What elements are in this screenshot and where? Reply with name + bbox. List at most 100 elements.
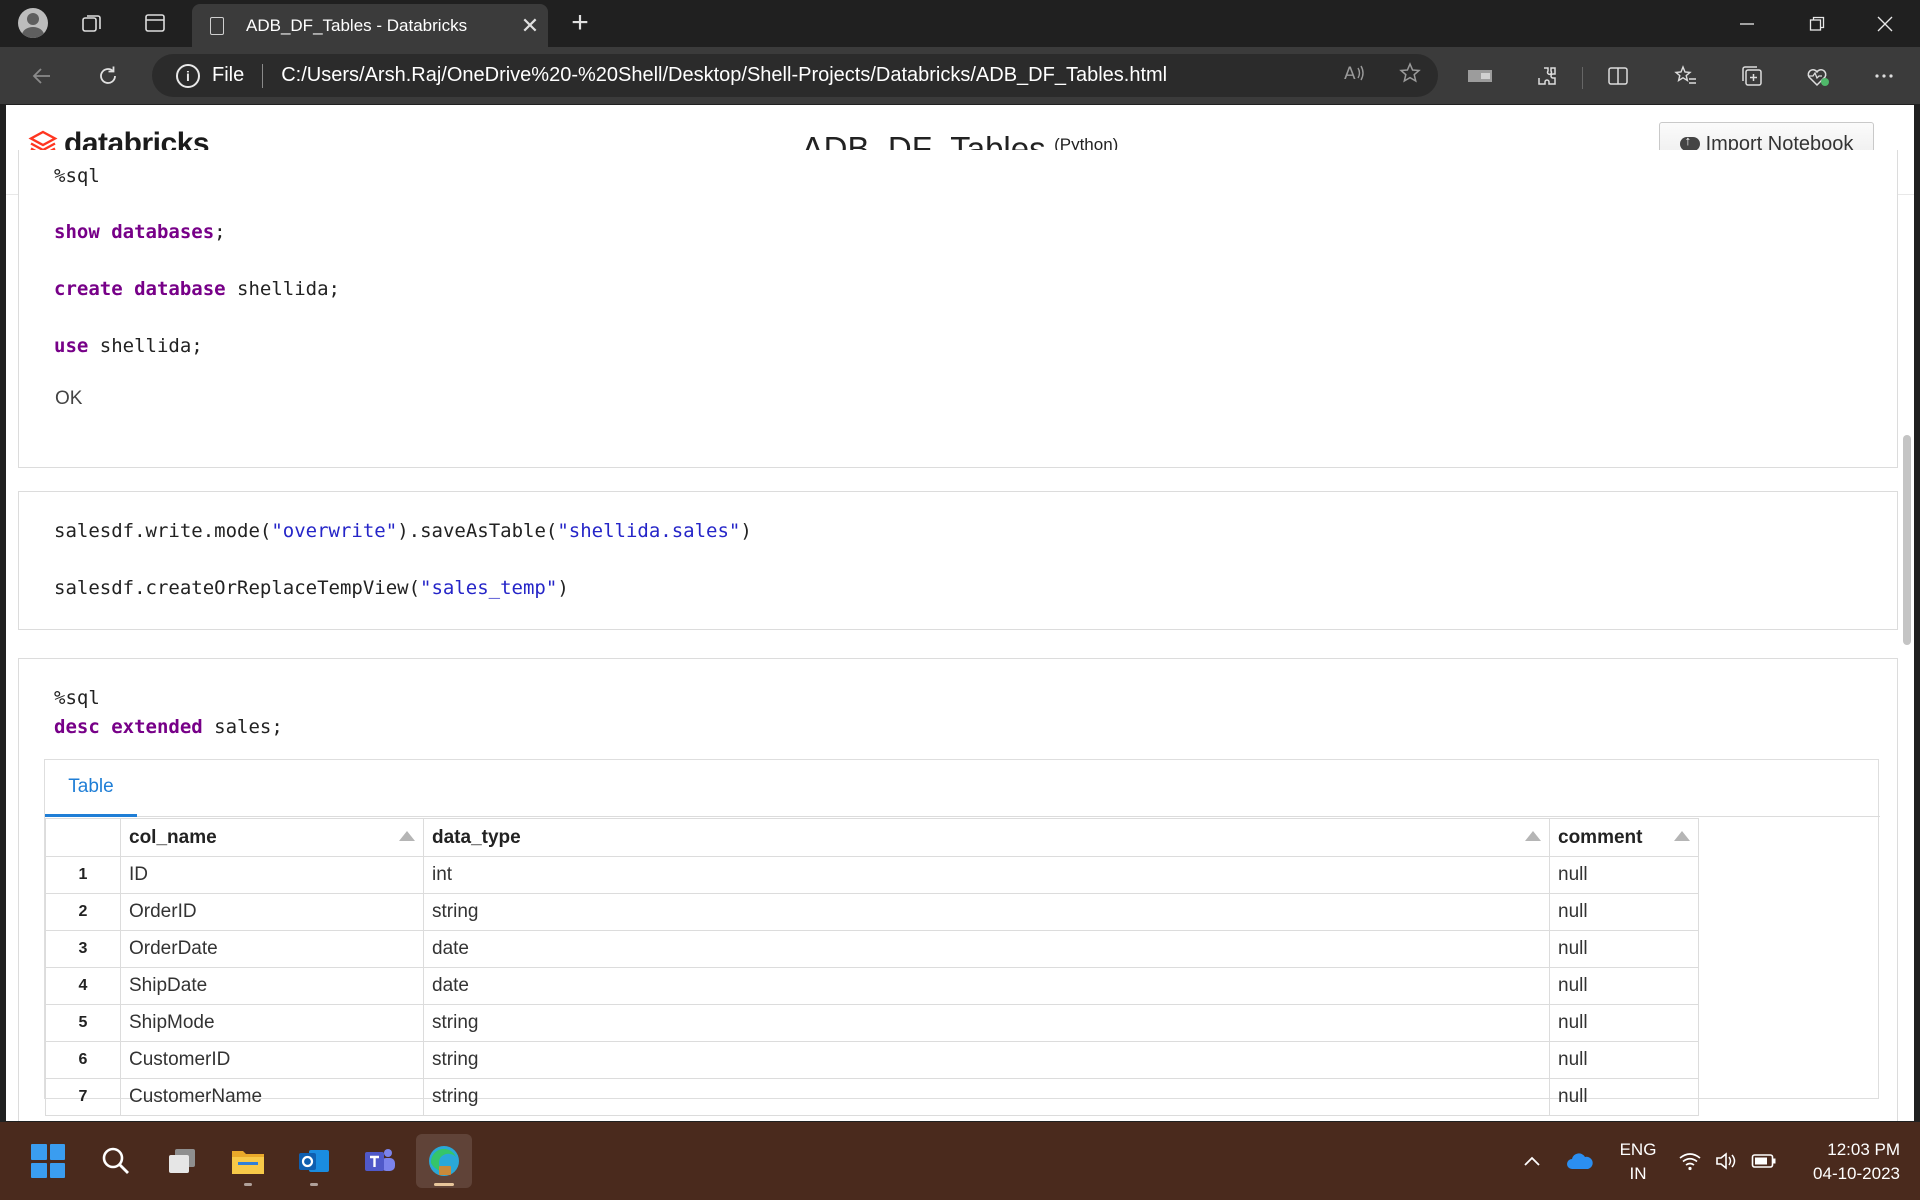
code-text: shellida; bbox=[88, 335, 203, 357]
volume-button[interactable] bbox=[1706, 1134, 1746, 1188]
profile-button[interactable] bbox=[11, 4, 55, 42]
refresh-button[interactable] bbox=[88, 57, 128, 95]
code-line-show-databases: show databases; bbox=[54, 221, 226, 243]
teams-icon bbox=[365, 1149, 395, 1171]
row-number: 6 bbox=[45, 1041, 121, 1079]
new-tab-button[interactable]: + bbox=[558, 4, 602, 42]
extension-thumbnail-icon[interactable] bbox=[1458, 59, 1502, 93]
workspaces-icon bbox=[82, 15, 101, 32]
cell-col-name: ID bbox=[120, 856, 424, 894]
chevron-up-icon bbox=[1524, 1156, 1540, 1166]
notebook-cell-desc-extended[interactable]: %sql desc extended sales; Table col_name… bbox=[18, 658, 1898, 1121]
cloud-upload-icon bbox=[1679, 133, 1700, 151]
clock-time: 12:03 PM bbox=[1827, 1140, 1900, 1159]
address-separator bbox=[262, 63, 264, 88]
code-line-create-database: create database shellida; bbox=[54, 278, 340, 300]
info-icon[interactable]: i bbox=[176, 63, 200, 88]
show-hidden-icons-button[interactable] bbox=[1504, 1134, 1560, 1188]
cell-comment: null bbox=[1549, 1041, 1699, 1079]
folder-icon bbox=[232, 1151, 264, 1174]
more-menu-icon[interactable] bbox=[1862, 59, 1906, 93]
row-number: 1 bbox=[45, 856, 121, 894]
cell-col-name: CustomerID bbox=[120, 1041, 424, 1079]
notebook-cell-sql-databases[interactable]: %sql show databases; create database she… bbox=[18, 150, 1898, 468]
table-row: 3 OrderDate date null bbox=[45, 930, 1699, 968]
row-number: 7 bbox=[45, 1078, 121, 1116]
cell-output-text: OK bbox=[55, 388, 83, 409]
outlook-button[interactable] bbox=[286, 1134, 342, 1188]
browser-tab-active[interactable]: ADB_DF_Tables - Databricks ✕ bbox=[192, 4, 548, 47]
split-screen-icon[interactable] bbox=[1596, 59, 1640, 93]
task-view-button[interactable] bbox=[154, 1134, 210, 1188]
code-line-desc-extended: desc extended sales; bbox=[54, 716, 283, 738]
cell-comment: null bbox=[1549, 893, 1699, 931]
column-header-col-name[interactable]: col_name bbox=[120, 818, 424, 857]
cell-col-name: CustomerName bbox=[120, 1078, 424, 1116]
minimize-button[interactable] bbox=[1712, 0, 1782, 47]
workspaces-button[interactable] bbox=[70, 4, 114, 42]
result-tabs: Table bbox=[45, 760, 1880, 817]
sort-ascending-icon[interactable] bbox=[1674, 831, 1690, 841]
restore-button[interactable] bbox=[1782, 0, 1852, 47]
teams-button[interactable] bbox=[352, 1134, 408, 1188]
start-button[interactable] bbox=[20, 1134, 76, 1188]
vertical-tabs-icon bbox=[145, 14, 165, 32]
tab-table[interactable]: Table bbox=[45, 760, 137, 817]
code-line-magic: %sql bbox=[54, 165, 100, 187]
language-code: ENG bbox=[1619, 1140, 1657, 1159]
code-text: sales; bbox=[202, 716, 283, 738]
battery-icon bbox=[1751, 1154, 1776, 1168]
favorite-star-icon[interactable] bbox=[1382, 61, 1438, 91]
browser-essentials-icon[interactable] bbox=[1796, 59, 1840, 93]
cell-data-type: string bbox=[423, 1078, 1550, 1116]
code-text: salesdf.write.mode( bbox=[54, 520, 272, 542]
onedrive-button[interactable] bbox=[1554, 1134, 1606, 1188]
page-scrollbar-thumb[interactable] bbox=[1903, 435, 1911, 645]
cell-data-type: date bbox=[423, 967, 1550, 1005]
notebook-page: databricks ADB_DF_Tables (Python) Import… bbox=[6, 105, 1914, 1121]
result-table: col_name data_type comment 1 ID int null… bbox=[45, 818, 1699, 1116]
edge-browser-button[interactable] bbox=[416, 1134, 472, 1188]
code-text: salesdf.createOrReplaceTempView( bbox=[54, 577, 421, 599]
close-icon bbox=[1877, 16, 1893, 31]
system-clock[interactable]: 12:03 PM 04-10-2023 bbox=[1790, 1138, 1910, 1186]
favorites-icon[interactable] bbox=[1664, 59, 1708, 93]
outlook-icon bbox=[299, 1150, 329, 1172]
refresh-icon bbox=[100, 66, 116, 84]
cell-comment: null bbox=[1549, 930, 1699, 968]
table-row: 7 CustomerName string null bbox=[45, 1078, 1699, 1116]
code-text: ).saveAsTable( bbox=[397, 520, 558, 542]
tab-actions-button[interactable] bbox=[133, 4, 177, 42]
edge-icon bbox=[429, 1146, 459, 1176]
sort-ascending-icon[interactable] bbox=[399, 831, 415, 841]
back-button[interactable] bbox=[22, 57, 62, 95]
read-aloud-icon[interactable]: A bbox=[1326, 62, 1382, 90]
clock-date: 04-10-2023 bbox=[1813, 1164, 1900, 1183]
table-row: 2 OrderID string null bbox=[45, 893, 1699, 931]
table-row: 6 CustomerID string null bbox=[45, 1041, 1699, 1079]
code-line-magic: %sql bbox=[54, 687, 100, 709]
code-string: "overwrite" bbox=[271, 520, 398, 542]
battery-button[interactable] bbox=[1742, 1134, 1786, 1188]
notebook-cell-save-table[interactable]: salesdf.write.mode("overwrite").saveAsTa… bbox=[18, 491, 1898, 630]
search-button[interactable] bbox=[88, 1134, 144, 1188]
tab-close-icon[interactable]: ✕ bbox=[512, 13, 548, 39]
code-line-use-database: use shellida; bbox=[54, 335, 203, 357]
extensions-icon[interactable] bbox=[1525, 59, 1569, 93]
address-bar[interactable]: i File C:/Users/Arsh.Raj/OneDrive%20-%20… bbox=[152, 54, 1438, 97]
column-header-data-type[interactable]: data_type bbox=[423, 818, 1550, 857]
table-row: 1 ID int null bbox=[45, 856, 1699, 894]
region-code: IN bbox=[1629, 1164, 1647, 1183]
cell-data-type: string bbox=[423, 1004, 1550, 1042]
file-explorer-button[interactable] bbox=[220, 1134, 276, 1188]
active-indicator bbox=[434, 1183, 454, 1186]
collections-icon[interactable] bbox=[1730, 59, 1774, 93]
row-number: 4 bbox=[45, 967, 121, 1005]
column-header-comment[interactable]: comment bbox=[1549, 818, 1699, 857]
code-line-temp-view: salesdf.createOrReplaceTempView("sales_t… bbox=[54, 577, 569, 599]
input-language-indicator[interactable]: ENG IN bbox=[1608, 1138, 1668, 1186]
row-number-header bbox=[45, 818, 121, 857]
sort-ascending-icon[interactable] bbox=[1525, 831, 1541, 841]
url-text[interactable]: C:/Users/Arsh.Raj/OneDrive%20-%20Shell/D… bbox=[281, 64, 1326, 87]
close-window-button[interactable] bbox=[1850, 0, 1920, 47]
